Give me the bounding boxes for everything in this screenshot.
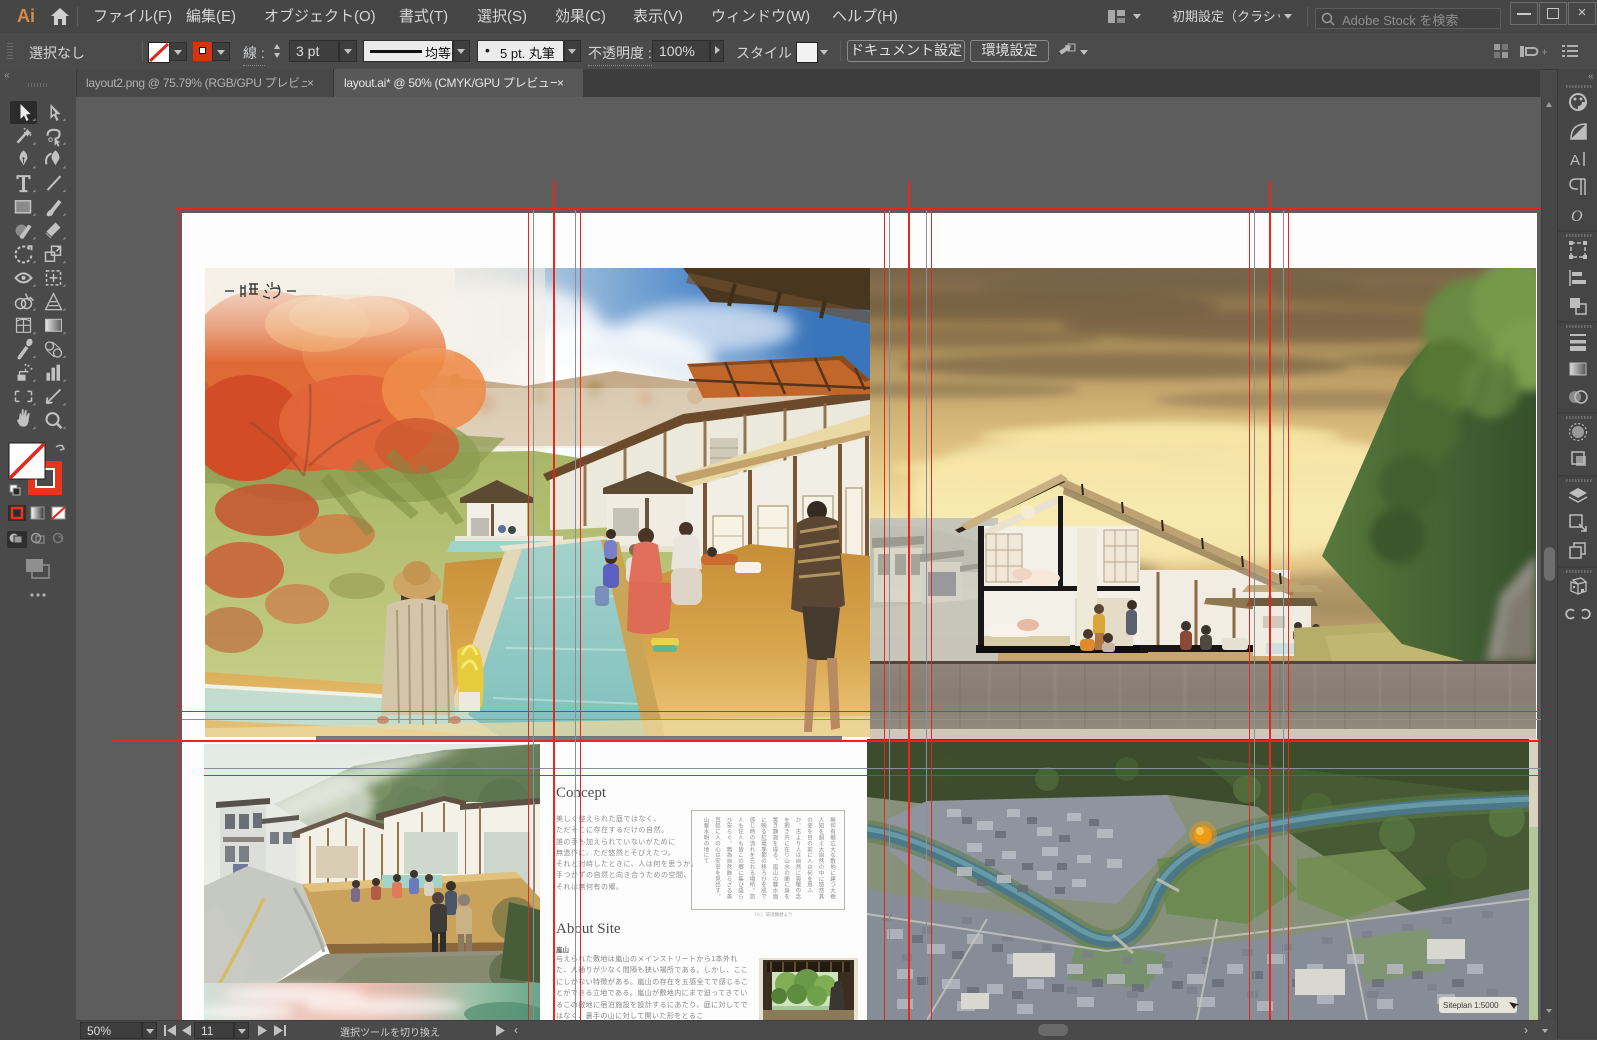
- svg-text:A: A: [1570, 152, 1580, 169]
- svg-text:«: «: [1588, 71, 1594, 82]
- svg-text:O: O: [1571, 208, 1583, 225]
- svg-text:Siteplan 1:5000: Siteplan 1:5000: [1443, 1001, 1499, 1010]
